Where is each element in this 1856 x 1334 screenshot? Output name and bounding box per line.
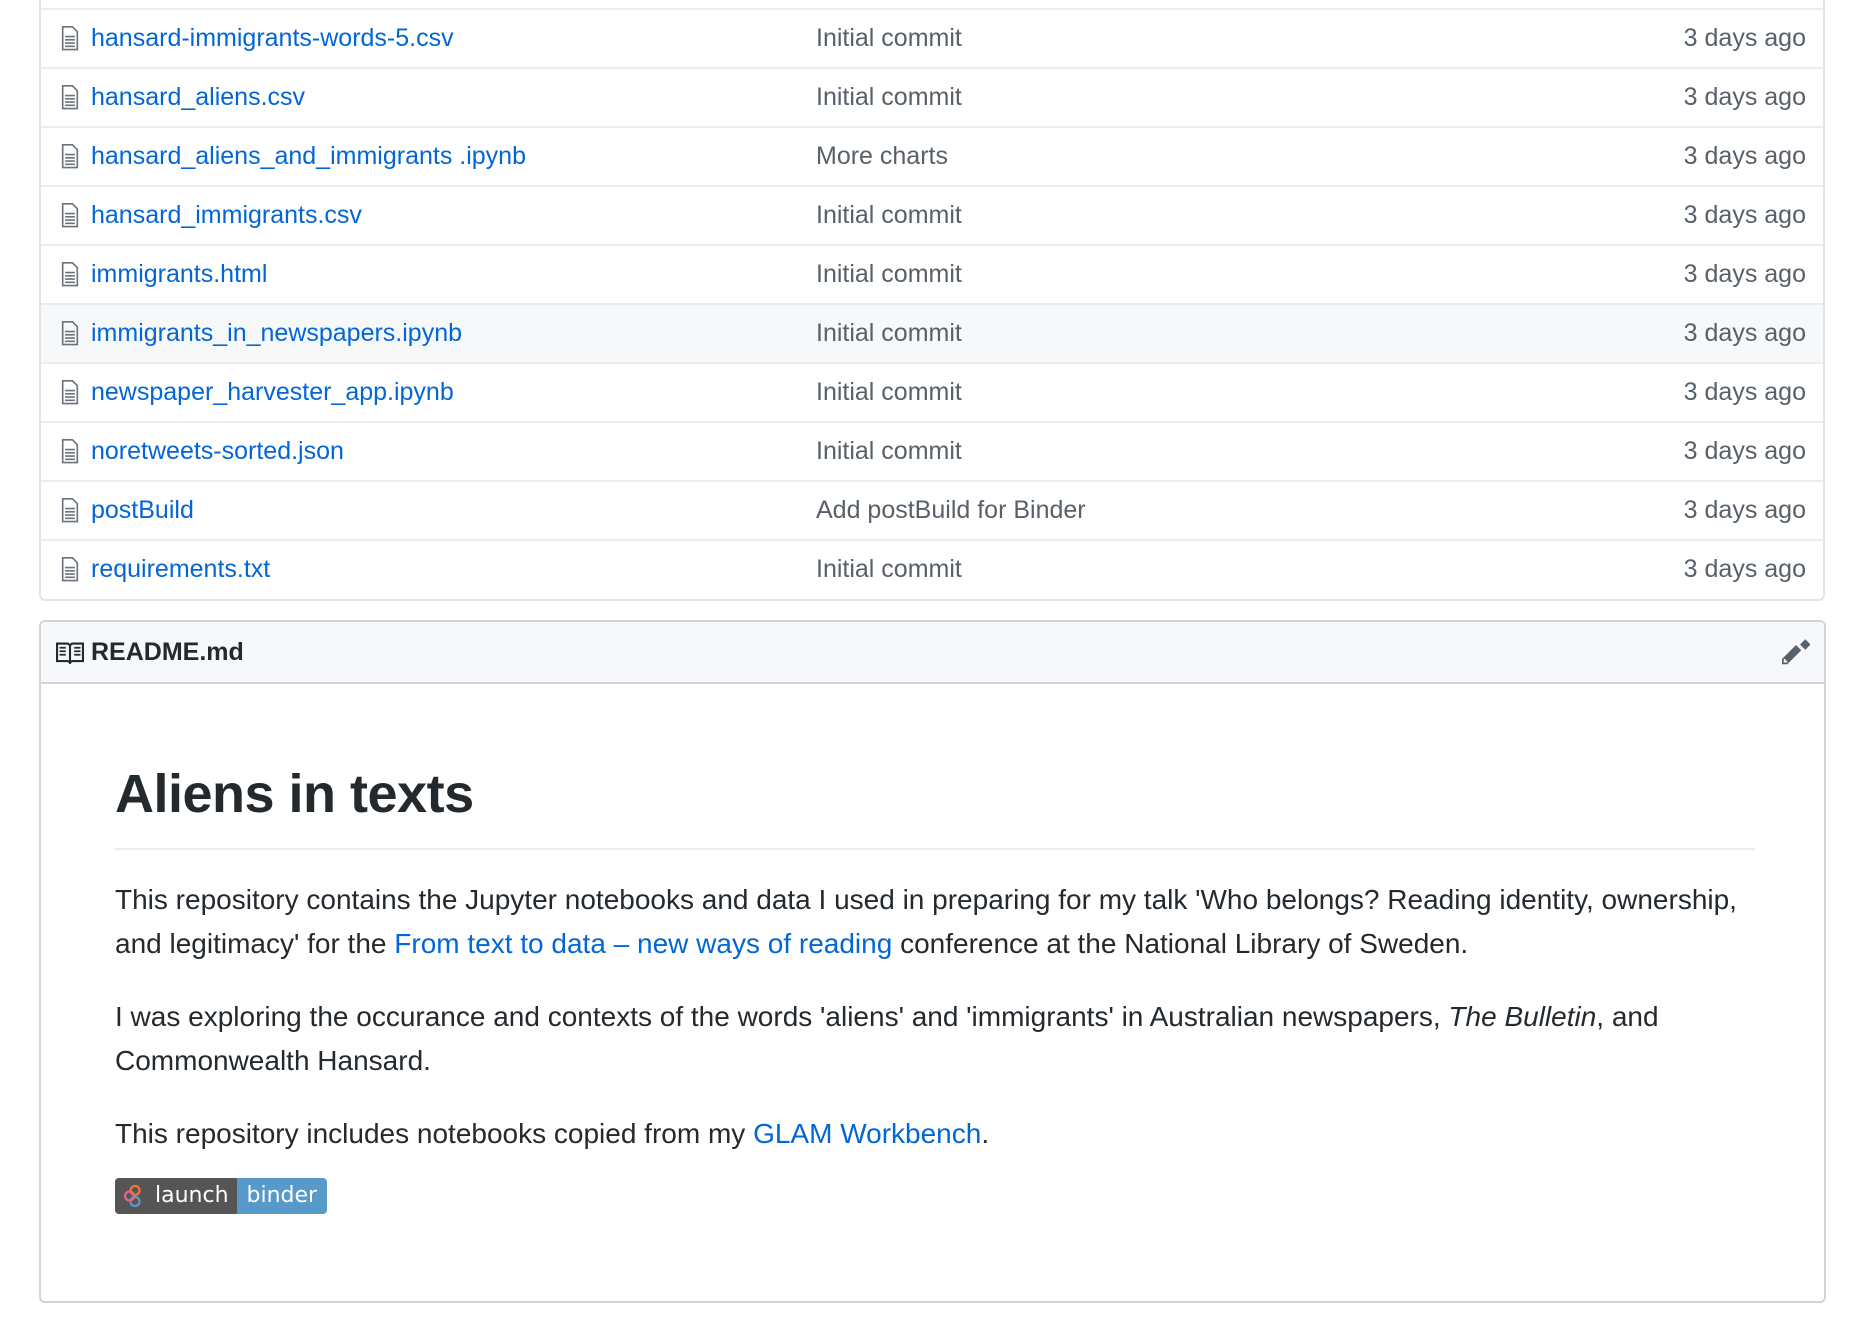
commit-message-link[interactable]: Initial commit: [816, 423, 962, 480]
commit-age: 3 days ago: [1683, 142, 1806, 170]
file-icon: [61, 439, 79, 464]
file-row[interactable]: hansard_aliens.csv Initial commit 3 days…: [41, 67, 1823, 126]
readme-filename: README.md: [91, 638, 244, 666]
commit-age: 3 days ago: [1683, 24, 1806, 52]
commit-age: 3 days ago: [1683, 496, 1806, 524]
p1-text-after: conference at the National Library of Sw…: [892, 928, 1469, 959]
commit-message-link[interactable]: Initial commit: [816, 246, 962, 303]
file-row[interactable]: hansard_aliens_and_immigrants .ipynb Mor…: [41, 126, 1823, 185]
p3-text-after: .: [981, 1118, 990, 1149]
bulletin-title: The Bulletin: [1448, 1001, 1597, 1032]
commit-message-link[interactable]: Initial commit: [816, 305, 962, 362]
p2-text-before: I was exploring the occurance and contex…: [115, 1001, 1449, 1032]
glam-workbench-link[interactable]: GLAM Workbench: [753, 1118, 981, 1149]
file-icon: [61, 380, 79, 405]
conference-link[interactable]: From text to data – new ways of reading: [394, 928, 892, 959]
commit-message-link[interactable]: Initial commit: [816, 541, 962, 598]
file-row[interactable]: immigrants_in_newspapers.ipynb Initial c…: [41, 303, 1823, 362]
file-icon: [61, 262, 79, 287]
file-name-link[interactable]: newspaper_harvester_app.ipynb: [91, 364, 454, 421]
file-name-link[interactable]: hansard-immigrants-words-5.csv: [91, 10, 454, 67]
file-icon: [61, 498, 79, 523]
pencil-icon[interactable]: [1782, 638, 1810, 666]
badge-left-label: launch: [155, 1183, 229, 1208]
readme-paragraph-2: I was exploring the occurance and contex…: [115, 995, 1755, 1083]
file-icon: [61, 203, 79, 228]
commit-age: 3 days ago: [1683, 378, 1806, 406]
file-row[interactable]: postBuild Add postBuild for Binder 3 day…: [41, 480, 1823, 539]
commit-message-link[interactable]: Initial commit: [816, 69, 962, 126]
binder-logo-icon: [123, 1184, 141, 1208]
file-icon: [61, 85, 79, 110]
file-row[interactable]: newspaper_harvester_app.ipynb Initial co…: [41, 362, 1823, 421]
file-row[interactable]: noretweets-sorted.json Initial commit 3 …: [41, 421, 1823, 480]
file-icon: [61, 557, 79, 582]
badge-right-label: binder: [236, 1178, 328, 1214]
file-name-link[interactable]: hansard_aliens_and_immigrants .ipynb: [91, 128, 526, 185]
file-name-link[interactable]: immigrants.html: [91, 246, 267, 303]
commit-age: 3 days ago: [1683, 319, 1806, 347]
commit-age: 3 days ago: [1683, 260, 1806, 288]
file-name-link[interactable]: immigrants_in_newspapers.ipynb: [91, 305, 462, 362]
file-row[interactable]: immigrants.html Initial commit 3 days ag…: [41, 244, 1823, 303]
file-list: hansard-immigrants-words-5.csv Initial c…: [39, 0, 1825, 601]
repo-page: hansard-immigrants-words-5.csv Initial c…: [0, 0, 1856, 1334]
file-icon: [61, 144, 79, 169]
file-row[interactable]: requirements.txt Initial commit 3 days a…: [41, 539, 1823, 598]
file-icon: [61, 321, 79, 346]
badge-left: launch: [115, 1178, 237, 1214]
file-name-link[interactable]: requirements.txt: [91, 541, 270, 598]
commit-age: 3 days ago: [1683, 83, 1806, 111]
commit-age: 3 days ago: [1683, 555, 1806, 583]
commit-message-link[interactable]: Add postBuild for Binder: [816, 482, 1086, 539]
commit-age: 3 days ago: [1683, 201, 1806, 229]
readme-header: README.md: [41, 622, 1824, 684]
file-name-link[interactable]: noretweets-sorted.json: [91, 423, 344, 480]
file-name-link[interactable]: hansard_aliens.csv: [91, 69, 305, 126]
readme-paragraph-1: This repository contains the Jupyter not…: [115, 878, 1755, 966]
launch-binder-badge[interactable]: launch binder: [115, 1178, 328, 1214]
file-icon: [61, 26, 79, 51]
file-name-link[interactable]: hansard_immigrants.csv: [91, 187, 362, 244]
readme-content: Aliens in texts This repository contains…: [115, 684, 1755, 1214]
commit-message-link[interactable]: Initial commit: [816, 10, 962, 67]
readme-paragraph-3: This repository includes notebooks copie…: [115, 1112, 1755, 1156]
p3-text-before: This repository includes notebooks copie…: [115, 1118, 754, 1149]
commit-message-link[interactable]: More charts: [816, 128, 948, 185]
file-row[interactable]: hansard-immigrants-words-5.csv Initial c…: [41, 8, 1823, 67]
file-row[interactable]: hansard_immigrants.csv Initial commit 3 …: [41, 185, 1823, 244]
book-icon: [56, 642, 84, 664]
readme-box: README.md Aliens in texts This repositor…: [39, 620, 1826, 1303]
readme-heading: Aliens in texts: [115, 684, 1755, 850]
file-name-link[interactable]: postBuild: [91, 482, 194, 539]
commit-message-link[interactable]: Initial commit: [816, 364, 962, 421]
commit-age: 3 days ago: [1683, 437, 1806, 465]
commit-message-link[interactable]: Initial commit: [816, 187, 962, 244]
